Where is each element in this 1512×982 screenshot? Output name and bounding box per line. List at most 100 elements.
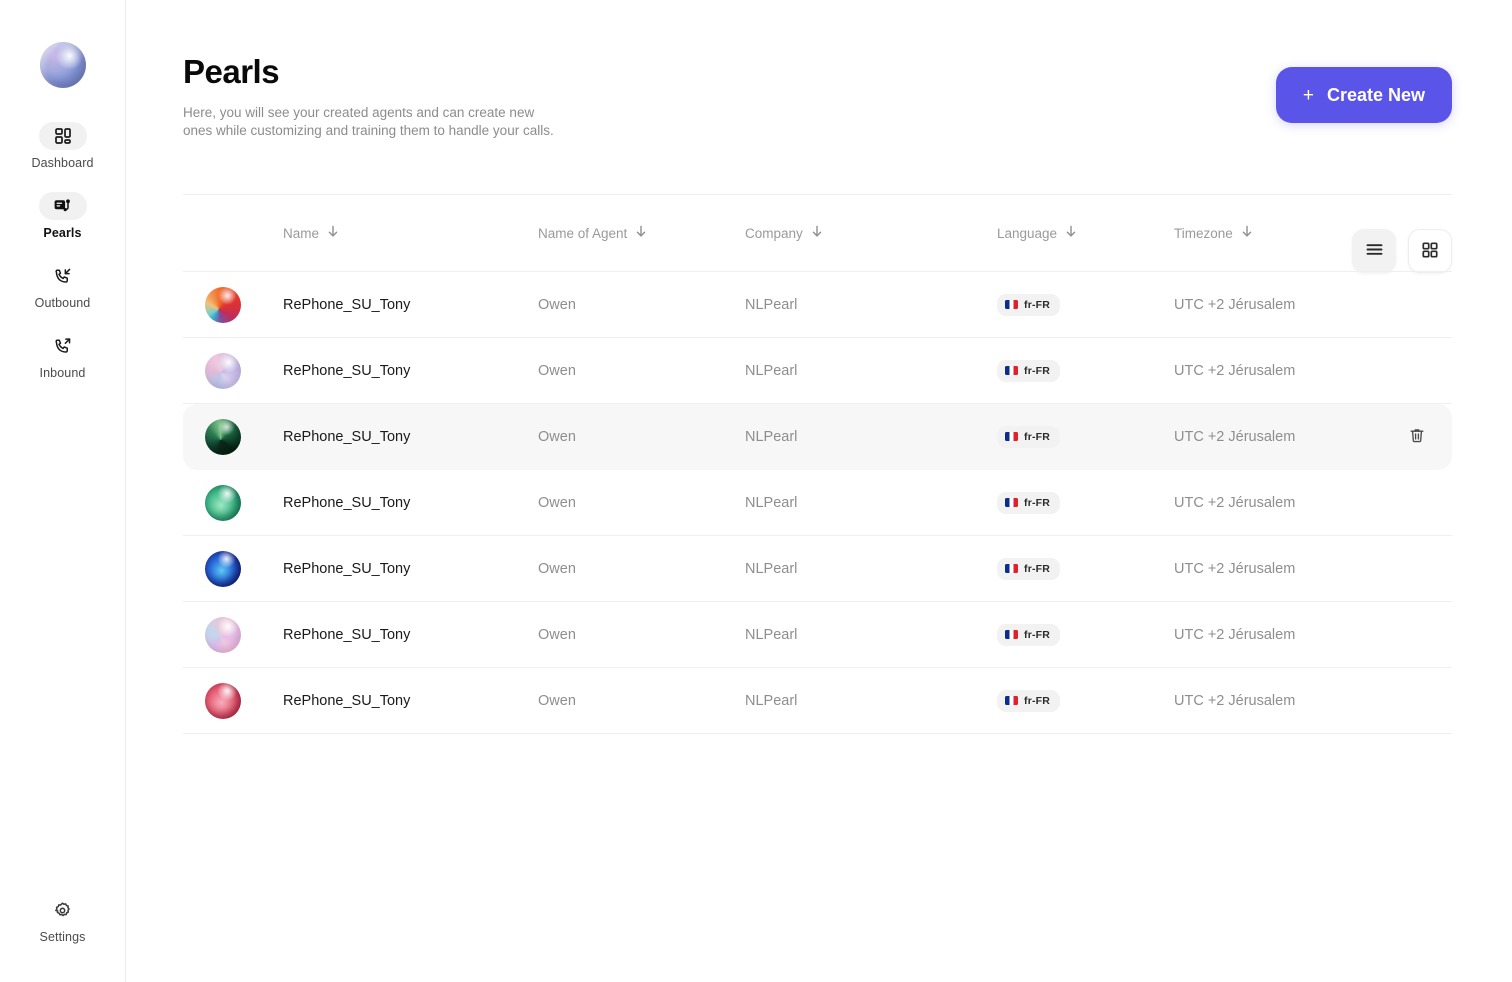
page-header-text: Pearls Here, you will see your created a… xyxy=(183,53,563,140)
cell-language: fr-FR xyxy=(997,293,1174,316)
pearls-agent-icon xyxy=(38,192,87,220)
france-flag-icon xyxy=(1005,366,1018,376)
page-subtitle: Here, you will see your created agents a… xyxy=(183,105,554,139)
cell-actions xyxy=(1382,423,1452,451)
cell-company: NLPearl xyxy=(745,692,997,710)
table-row[interactable]: RePhone_SU_Tony Owen NLPearl fr-FR UTC +2 Jé… xyxy=(183,470,1452,537)
agent-name-text: RePhone_SU_Tony xyxy=(283,692,411,709)
agent-voice-text: Owen xyxy=(538,626,576,643)
cell-timezone: UTC +2 Jérusalem xyxy=(1174,428,1382,446)
table-header-company-label: Company xyxy=(745,225,803,241)
cell-company: NLPearl xyxy=(745,428,997,446)
trash-icon xyxy=(1409,427,1425,447)
delete-row-button[interactable] xyxy=(1405,423,1429,451)
avatar-cell xyxy=(183,682,283,719)
table-row[interactable]: RePhone_SU_Tony Owen NLPearl fr-FR UTC +2 Jé… xyxy=(183,272,1452,339)
avatar xyxy=(205,286,241,323)
agent-name-text: RePhone_SU_Tony xyxy=(283,296,411,313)
table-header-company[interactable]: Company xyxy=(745,225,997,241)
cell-timezone: UTC +2 Jérusalem xyxy=(1174,296,1382,314)
sidebar-item-inbound[interactable]: Inbound xyxy=(0,332,125,380)
language-badge: fr-FR xyxy=(997,557,1061,580)
create-new-button[interactable]: + Create New xyxy=(1275,67,1452,123)
table-row[interactable]: RePhone_SU_Tony Owen NLPearl fr-FR UTC +2 Jé… xyxy=(183,536,1452,603)
table-row[interactable]: RePhone_SU_Tony Owen NLPearl fr-FR UTC +2 Jé… xyxy=(183,338,1452,405)
agent-name-text: RePhone_SU_Tony xyxy=(283,428,411,445)
language-badge: fr-FR xyxy=(997,623,1061,646)
language-code: fr-FR xyxy=(1024,628,1051,641)
company-text: NLPearl xyxy=(745,494,798,511)
arrow-down-icon xyxy=(327,225,339,241)
table-header-name[interactable]: Name xyxy=(283,225,538,241)
language-badge: fr-FR xyxy=(997,425,1061,448)
timezone-text: UTC +2 Jérusalem xyxy=(1174,692,1296,709)
language-badge: fr-FR xyxy=(997,491,1061,514)
cell-name-of-agent: Owen xyxy=(538,362,745,380)
table-row[interactable]: RePhone_SU_Tony Owen NLPearl fr-FR UTC +2 Jé… xyxy=(183,668,1452,735)
agent-name-text: RePhone_SU_Tony xyxy=(283,560,411,577)
main-content: Pearls Here, you will see your created a… xyxy=(126,0,1512,982)
cell-timezone: UTC +2 Jérusalem xyxy=(1174,626,1382,644)
agents-table: Name Name of Agent Company Language Time… xyxy=(183,194,1452,735)
avatar xyxy=(205,352,241,389)
page-header: Pearls Here, you will see your created a… xyxy=(183,0,1452,140)
sidebar-item-dashboard[interactable]: Dashboard xyxy=(0,122,125,170)
timezone-text: UTC +2 Jérusalem xyxy=(1174,560,1296,577)
table-row[interactable]: RePhone_SU_Tony Owen NLPearl fr-FR UTC +2 Jé… xyxy=(183,404,1452,471)
france-flag-icon xyxy=(1005,498,1018,508)
table-row[interactable]: RePhone_SU_Tony Owen NLPearl fr-FR UTC +2 Jé… xyxy=(183,602,1452,669)
company-text: NLPearl xyxy=(745,692,798,709)
avatar xyxy=(205,682,241,719)
france-flag-icon xyxy=(1005,300,1018,310)
cell-company: NLPearl xyxy=(745,626,997,644)
cell-name-of-agent: Owen xyxy=(538,494,745,512)
company-text: NLPearl xyxy=(745,428,798,445)
language-code: fr-FR xyxy=(1024,298,1051,311)
cell-name-of-agent: Owen xyxy=(538,626,745,644)
cell-name-of-agent: Owen xyxy=(538,560,745,578)
sidebar-item-settings[interactable]: Settings xyxy=(0,896,125,944)
cell-language: fr-FR xyxy=(997,491,1174,514)
arrow-down-icon xyxy=(635,225,647,241)
cell-company: NLPearl xyxy=(745,362,997,380)
table-header-name-of-agent[interactable]: Name of Agent xyxy=(538,225,745,241)
language-code: fr-FR xyxy=(1024,562,1051,575)
agent-voice-text: Owen xyxy=(538,494,576,511)
sidebar-item-outbound[interactable]: Outbound xyxy=(0,262,125,310)
sidebar-item-label-pearls: Pearls xyxy=(43,226,82,240)
avatar-cell xyxy=(183,616,283,653)
cell-name-of-agent: Owen xyxy=(538,296,745,314)
avatar-cell xyxy=(183,484,283,521)
pearl-logo-icon[interactable] xyxy=(39,42,86,88)
avatar-cell xyxy=(183,550,283,587)
avatar xyxy=(205,418,241,455)
france-flag-icon xyxy=(1005,432,1018,442)
cell-timezone: UTC +2 Jérusalem xyxy=(1174,692,1382,710)
table-header-language-label: Language xyxy=(997,225,1058,241)
gear-icon xyxy=(39,896,87,924)
table-header-timezone-label: Timezone xyxy=(1174,225,1233,241)
company-text: NLPearl xyxy=(745,626,798,643)
avatar xyxy=(205,550,241,587)
sidebar-item-pearls[interactable]: Pearls xyxy=(0,192,125,240)
avatar xyxy=(205,616,241,653)
language-badge: fr-FR xyxy=(997,689,1061,712)
cell-name: RePhone_SU_Tony xyxy=(283,494,538,512)
cell-timezone: UTC +2 Jérusalem xyxy=(1174,362,1382,380)
agent-voice-text: Owen xyxy=(538,692,576,709)
cell-language: fr-FR xyxy=(997,359,1174,382)
cell-name: RePhone_SU_Tony xyxy=(283,362,538,380)
cell-timezone: UTC +2 Jérusalem xyxy=(1174,494,1382,512)
avatar-cell xyxy=(183,352,283,389)
table-header-language[interactable]: Language xyxy=(997,225,1174,241)
cell-company: NLPearl xyxy=(745,296,997,314)
create-new-button-label: Create New xyxy=(1326,84,1425,105)
sidebar-item-label-inbound: Inbound xyxy=(39,366,86,380)
language-badge: fr-FR xyxy=(997,359,1061,382)
sidebar-item-label-settings: Settings xyxy=(39,930,86,944)
table-header-timezone[interactable]: Timezone xyxy=(1174,225,1382,241)
sidebar: Dashboard Pearls Outbound Inbound Settin… xyxy=(0,0,126,982)
arrow-down-icon xyxy=(1241,225,1253,241)
agent-name-text: RePhone_SU_Tony xyxy=(283,626,411,643)
arrow-down-icon xyxy=(1065,225,1077,241)
